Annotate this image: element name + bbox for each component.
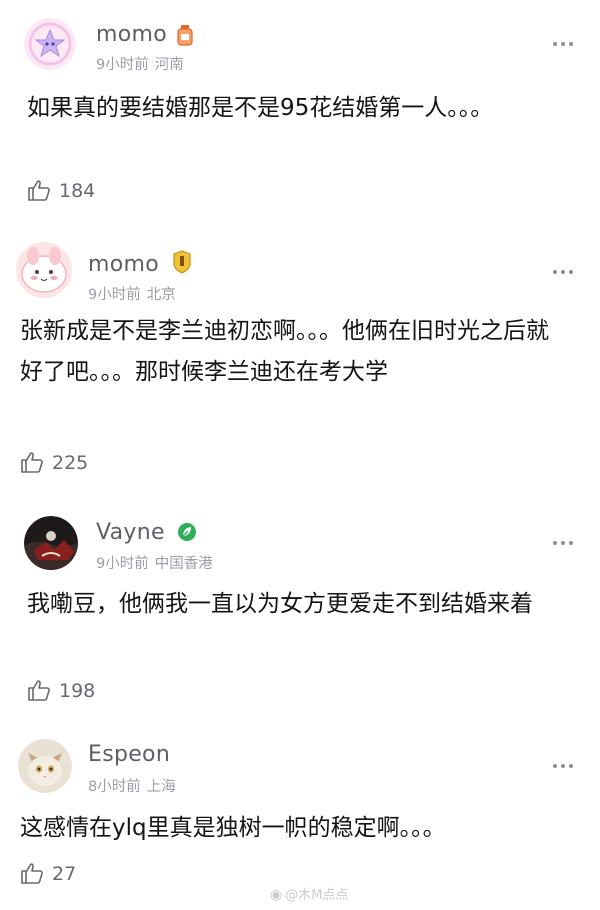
comment-time: 9小时前 xyxy=(96,556,149,572)
more-options-icon[interactable] xyxy=(553,42,579,50)
like-button[interactable]: 198 xyxy=(27,678,107,704)
comment-meta: 8小时前 上海 xyxy=(88,775,176,796)
cat-photo-avatar-icon xyxy=(18,739,72,793)
username[interactable]: momo xyxy=(96,22,167,47)
more-options-icon[interactable] xyxy=(553,270,579,278)
dark-photo-avatar-icon xyxy=(24,516,78,570)
username[interactable]: Vayne xyxy=(96,520,165,545)
comment-text: 我嘞豆，他俩我一直以为女方更爱走不到结婚来着 xyxy=(27,591,533,617)
like-count: 184 xyxy=(59,180,96,202)
thumbs-up-icon xyxy=(28,180,50,201)
comment-item: momo 9小时前 河南 如果真的要结婚那是不是95花结婚第一人。。。 184 xyxy=(0,0,600,230)
avatar[interactable] xyxy=(24,18,76,70)
comment-location: 北京 xyxy=(146,287,176,303)
like-count: 27 xyxy=(52,863,77,885)
comment-text: 这感情在ylq里真是独树一帜的稳定啊。。。 xyxy=(20,815,446,841)
comment-item: Espeon 8小时前 上海 这感情在ylq里真是独树一帜的稳定啊。。。 27 xyxy=(0,725,600,910)
more-options-icon[interactable] xyxy=(553,541,579,549)
comment-item: Vayne 9小时前 中国香港 我嘞豆，他俩我一直以为女方更爱走不到结婚来着 19… xyxy=(0,500,600,725)
watermark-text: @木M点点 xyxy=(285,888,349,903)
comment-item: momo 9小时前 北京 张新成是不是李兰迪初恋啊。。。他俩在旧时光之后就好了吧。… xyxy=(0,230,600,500)
comment-list: momo 9小时前河南 如果真的要结婚那是不是95花结婚第一人。。。 184 xyxy=(0,0,600,910)
weibo-icon: ◉ xyxy=(270,887,283,903)
username[interactable]: momo xyxy=(88,252,159,277)
pastel-star-avatar-icon xyxy=(24,18,76,70)
thumbs-up-icon xyxy=(28,680,50,701)
comment-time: 8小时前 xyxy=(88,779,141,795)
thumbs-up-icon xyxy=(21,452,43,473)
watermark: ◉ @木M点点 xyxy=(270,884,348,903)
comment-time: 9小时前 xyxy=(88,287,141,303)
thumbs-up-icon xyxy=(21,863,43,884)
comment-time: 9小时前 xyxy=(96,57,149,73)
like-button[interactable]: 27 xyxy=(20,861,100,887)
green-leaf-badge-icon xyxy=(177,522,196,544)
pink-bunny-avatar-icon xyxy=(16,242,72,298)
comment-meta: 9小时前 河南 xyxy=(96,53,184,74)
like-button[interactable]: 225 xyxy=(20,450,100,476)
comment-text: 张新成是不是李兰迪初恋啊。。。他俩在旧时光之后就好了吧。。。那时候李兰迪还在考大… xyxy=(20,318,549,385)
like-button[interactable]: 184 xyxy=(27,178,107,204)
comment-location: 上海 xyxy=(146,779,176,795)
gold-shield-badge-icon xyxy=(172,250,191,274)
avatar[interactable] xyxy=(16,242,72,298)
avatar[interactable] xyxy=(24,516,78,570)
like-count: 198 xyxy=(59,680,96,702)
comment-meta: 9小时前 北京 xyxy=(88,283,176,304)
orange-bottle-badge-icon xyxy=(176,24,194,46)
username[interactable]: Espeon xyxy=(88,742,170,767)
comment-location: 中国香港 xyxy=(154,556,213,572)
more-options-icon[interactable] xyxy=(553,764,579,772)
comment-location: 河南 xyxy=(154,57,184,73)
comment-text: 如果真的要结婚那是不是95花结婚第一人。。。 xyxy=(27,95,494,121)
avatar[interactable] xyxy=(18,739,72,793)
like-count: 225 xyxy=(52,452,89,474)
comment-meta: 9小时前 中国香港 xyxy=(96,552,213,573)
